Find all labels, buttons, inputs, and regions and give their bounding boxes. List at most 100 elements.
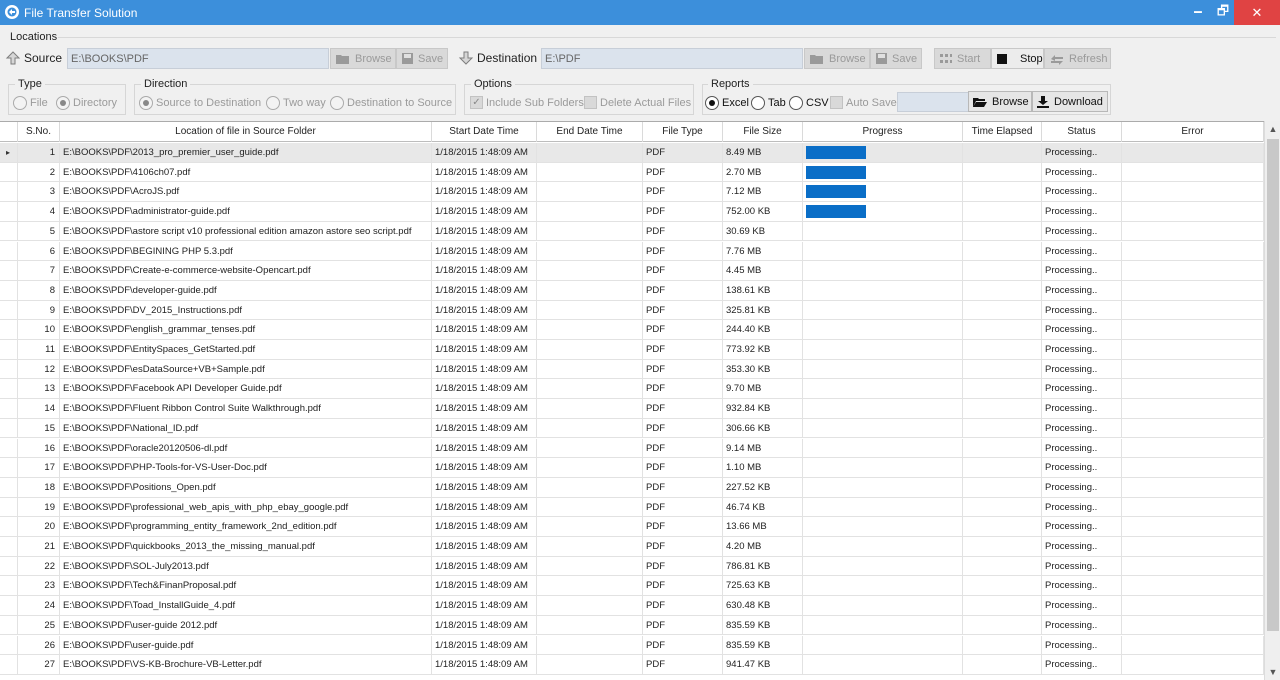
start-button[interactable]: Start — [934, 48, 991, 69]
report-download-button[interactable]: Download — [1032, 91, 1108, 112]
row-header[interactable] — [0, 497, 18, 517]
table-row[interactable]: 25 E:\BOOKS\PDF\user-guide 2012.pdf 1/18/2… — [0, 615, 1264, 636]
close-button[interactable]: ✕ — [1234, 0, 1280, 25]
cell-start-date: 1/18/2015 1:48:09 AM — [432, 261, 537, 281]
stop-button[interactable]: Stop — [991, 48, 1044, 69]
destination-path-input[interactable]: E:\PDF — [541, 48, 803, 69]
auto-save-checkbox[interactable]: Auto Save — [830, 96, 897, 109]
row-header[interactable] — [0, 576, 18, 596]
row-header[interactable]: ▸ — [0, 143, 18, 162]
direction-two-way-radio[interactable]: Two way — [266, 96, 326, 110]
row-header[interactable] — [0, 596, 18, 616]
row-header[interactable] — [0, 359, 18, 379]
row-header[interactable] — [0, 438, 18, 458]
row-header[interactable] — [0, 418, 18, 438]
report-csv-radio[interactable]: CSV — [789, 96, 829, 110]
include-subfolders-checkbox[interactable]: ✓ Include Sub Folders — [470, 96, 584, 109]
table-row[interactable]: 13 E:\BOOKS\PDF\Facebook API Developer Gu… — [0, 379, 1264, 400]
table-row[interactable]: 17 E:\BOOKS\PDF\PHP-Tools-for-VS-User-Doc… — [0, 458, 1264, 478]
column-header-error[interactable]: Error — [1122, 122, 1264, 142]
cell-start-date: 1/18/2015 1:48:09 AM — [432, 438, 537, 458]
type-directory-radio[interactable]: Directory — [56, 96, 117, 110]
row-header[interactable] — [0, 340, 18, 359]
type-file-radio[interactable]: File — [13, 96, 48, 110]
table-row[interactable]: 8 E:\BOOKS\PDF\developer-guide.pdf 1/18/20… — [0, 280, 1264, 301]
direction-d2s-radio[interactable]: Destination to Source — [330, 96, 452, 110]
row-header[interactable] — [0, 537, 18, 556]
table-row[interactable]: 24 E:\BOOKS\PDF\Toad_InstallGuide_4.pdf 1/… — [0, 596, 1264, 616]
table-row[interactable]: 14 E:\BOOKS\PDF\Fluent Ribbon Control Sui… — [0, 399, 1264, 419]
column-header-progress[interactable]: Progress — [803, 122, 963, 142]
table-row[interactable]: 3 E:\BOOKS\PDF\AcroJS.pdf 1/18/2015 1:48:0… — [0, 182, 1264, 203]
report-path-input[interactable] — [897, 92, 969, 112]
row-header[interactable] — [0, 635, 18, 655]
scroll-down-arrow[interactable]: ▼ — [1265, 664, 1280, 680]
cell-time-elapsed — [963, 576, 1042, 596]
destination-save-button[interactable]: Save — [870, 48, 922, 69]
row-header[interactable] — [0, 221, 18, 241]
table-row[interactable]: 5 E:\BOOKS\PDF\astore script v10 professi… — [0, 221, 1264, 242]
source-browse-button[interactable]: Browse — [330, 48, 396, 69]
cell-sno: 1 — [18, 143, 60, 162]
row-header[interactable] — [0, 458, 18, 478]
delete-actual-files-checkbox[interactable]: Delete Actual Files — [584, 96, 691, 109]
table-row[interactable]: ▸ 1 E:\BOOKS\PDF\2013_pro_premier_user_gui… — [0, 143, 1264, 163]
vertical-scrollbar[interactable]: ▲ ▼ — [1264, 121, 1280, 680]
table-row[interactable]: 21 E:\BOOKS\PDF\quickbooks_2013_the_missi… — [0, 537, 1264, 557]
row-header[interactable] — [0, 517, 18, 537]
row-header[interactable] — [0, 261, 18, 281]
source-save-button[interactable]: Save — [396, 48, 448, 69]
row-header[interactable] — [0, 241, 18, 261]
report-browse-button[interactable]: Browse — [968, 91, 1032, 112]
row-header[interactable] — [0, 182, 18, 202]
row-header[interactable] — [0, 202, 18, 222]
table-row[interactable]: 7 E:\BOOKS\PDF\Create-e-commerce-website-… — [0, 261, 1264, 281]
row-header[interactable] — [0, 280, 18, 300]
report-excel-radio[interactable]: Excel — [705, 96, 749, 110]
table-row[interactable]: 16 E:\BOOKS\PDF\oracle20120506-dl.pdf 1/18… — [0, 438, 1264, 459]
column-header-file-size[interactable]: File Size — [723, 122, 803, 142]
column-header-file-type[interactable]: File Type — [643, 122, 723, 142]
table-row[interactable]: 9 E:\BOOKS\PDF\DV_2015_Instructions.pdf 1/… — [0, 300, 1264, 321]
row-header[interactable] — [0, 399, 18, 419]
refresh-button[interactable]: Refresh — [1044, 48, 1111, 69]
table-row[interactable]: 22 E:\BOOKS\PDF\SOL-July2013.pdf 1/18/2015… — [0, 556, 1264, 577]
column-header-start-date[interactable]: Start Date Time — [432, 122, 537, 142]
source-path-input[interactable]: E:\BOOKS\PDF — [67, 48, 329, 69]
column-header-status[interactable]: Status — [1042, 122, 1122, 142]
direction-s2d-radio[interactable]: Source to Destination — [139, 96, 261, 110]
source-label: Source — [5, 51, 62, 65]
table-row[interactable]: 6 E:\BOOKS\PDF\BEGINING PHP 5.3.pdf 1/18/2… — [0, 241, 1264, 262]
table-row[interactable]: 27 E:\BOOKS\PDF\VS-KB-Brochure-VB-Letter.… — [0, 655, 1264, 675]
table-row[interactable]: 2 E:\BOOKS\PDF\4106ch07.pdf 1/18/2015 1:48… — [0, 162, 1264, 183]
table-row[interactable]: 18 E:\BOOKS\PDF\Positions_Open.pdf 1/18/20… — [0, 477, 1264, 498]
report-tab-radio[interactable]: Tab — [751, 96, 786, 110]
scroll-up-arrow[interactable]: ▲ — [1265, 121, 1280, 137]
row-header[interactable] — [0, 320, 18, 340]
row-header[interactable] — [0, 615, 18, 635]
table-row[interactable]: 11 E:\BOOKS\PDF\EntitySpaces_GetStarted.p… — [0, 340, 1264, 360]
row-header[interactable] — [0, 655, 18, 675]
column-header-sno[interactable]: S.No. — [18, 122, 60, 142]
table-row[interactable]: 20 E:\BOOKS\PDF\programming_entity_framew… — [0, 517, 1264, 537]
table-row[interactable]: 10 E:\BOOKS\PDF\english_grammar_tenses.pd… — [0, 320, 1264, 340]
row-header[interactable] — [0, 477, 18, 497]
table-row[interactable]: 12 E:\BOOKS\PDF\esDataSource+VB+Sample.pd… — [0, 359, 1264, 380]
table-row[interactable]: 23 E:\BOOKS\PDF\Tech&FinanProposal.pdf 1/1… — [0, 576, 1264, 597]
row-header[interactable] — [0, 556, 18, 576]
table-row[interactable]: 26 E:\BOOKS\PDF\user-guide.pdf 1/18/2015 1… — [0, 635, 1264, 656]
row-header[interactable] — [0, 300, 18, 320]
table-row[interactable]: 19 E:\BOOKS\PDF\professional_web_apis_wit… — [0, 497, 1264, 518]
column-header-end-date[interactable]: End Date Time — [537, 122, 643, 142]
column-header-location[interactable]: Location of file in Source Folder — [60, 122, 432, 142]
row-header[interactable] — [0, 162, 18, 182]
row-header[interactable] — [0, 379, 18, 399]
scroll-thumb[interactable] — [1267, 139, 1279, 631]
cell-file-type: PDF — [643, 537, 723, 556]
destination-browse-button[interactable]: Browse — [804, 48, 870, 69]
table-row[interactable]: 4 E:\BOOKS\PDF\administrator-guide.pdf 1/1… — [0, 202, 1264, 222]
cell-time-elapsed — [963, 379, 1042, 399]
cell-time-elapsed — [963, 399, 1042, 419]
column-header-time-elapsed[interactable]: Time Elapsed — [963, 122, 1042, 142]
table-row[interactable]: 15 E:\BOOKS\PDF\National_ID.pdf 1/18/2015 … — [0, 418, 1264, 439]
